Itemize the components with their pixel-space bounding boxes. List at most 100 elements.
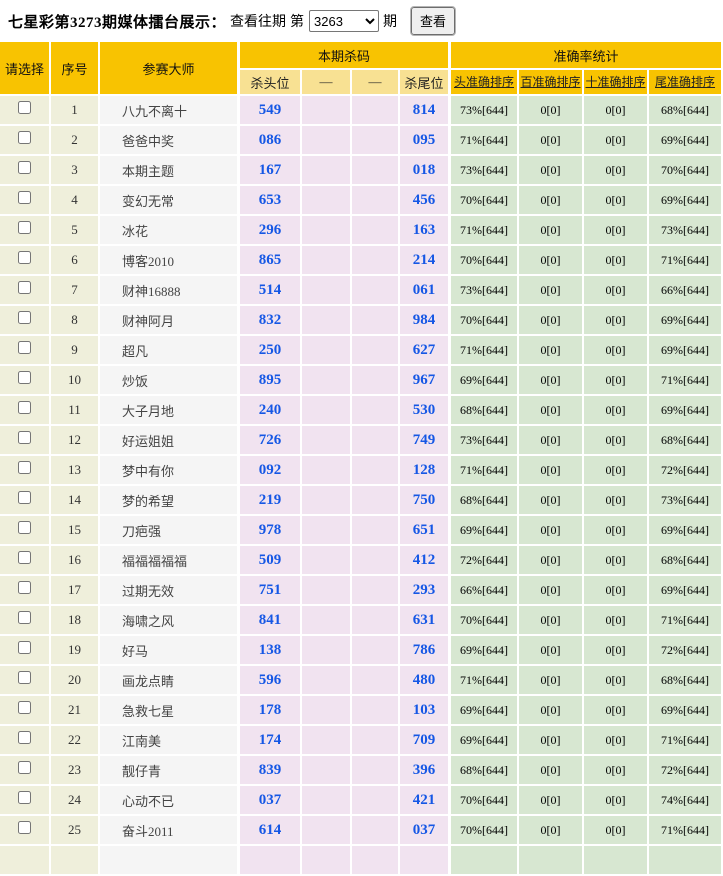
kill-head-value: 178 <box>240 696 302 726</box>
row-select-cell <box>0 486 51 516</box>
acc-hundred-value: 0[0] <box>519 456 585 486</box>
acc-head-sort-link[interactable]: 头准确排序 <box>454 75 514 89</box>
row-index: 1 <box>51 96 100 126</box>
kill-dash-cell-1 <box>302 276 352 306</box>
row-checkbox[interactable] <box>18 371 31 384</box>
row-master-name: 奋斗2011 <box>100 816 240 846</box>
acc-tail-value: 71%[644] <box>649 726 723 756</box>
row-checkbox[interactable] <box>18 731 31 744</box>
acc-tail-value: 71%[644] <box>649 816 723 846</box>
row-checkbox[interactable] <box>18 431 31 444</box>
kill-dash-cell-1 <box>302 186 352 216</box>
acc-hundred-value <box>519 846 585 876</box>
view-past-label: 查看往期 <box>230 15 287 30</box>
row-select-cell <box>0 816 51 846</box>
acc-head-value: 72%[644] <box>451 546 520 576</box>
row-master-name: 急救七星 <box>100 696 240 726</box>
kill-head-value: 240 <box>240 396 302 426</box>
row-checkbox[interactable] <box>18 761 31 774</box>
kill-head-value: 219 <box>240 486 302 516</box>
row-checkbox[interactable] <box>18 161 31 174</box>
issue-select[interactable]: 3263 <box>309 10 380 32</box>
row-checkbox[interactable] <box>18 611 31 624</box>
kill-dash-cell-2 <box>352 846 400 876</box>
row-checkbox[interactable] <box>18 551 31 564</box>
table-row: 20 画龙点睛 596 480 71%[644] 0[0] 0[0] 68%[644] <box>0 666 723 696</box>
kill-tail-value: 631 <box>400 606 452 636</box>
kill-head-value: 514 <box>240 276 302 306</box>
header-accuracy-group: 准确率统计 <box>451 42 723 70</box>
view-button[interactable]: 查看 <box>410 6 457 36</box>
kill-dash-cell-2 <box>352 816 400 846</box>
kill-tail-value: 651 <box>400 516 452 546</box>
row-master-name: 变幻无常 <box>100 186 240 216</box>
table-row: 17 过期无效 751 293 66%[644] 0[0] 0[0] 69%[644] <box>0 576 723 606</box>
acc-tail-value: 72%[644] <box>649 456 723 486</box>
row-checkbox[interactable] <box>18 521 31 534</box>
kill-tail-value: 480 <box>400 666 452 696</box>
kill-dash-cell-2 <box>352 156 400 186</box>
acc-ten-value: 0[0] <box>584 486 650 516</box>
kill-dash-cell-2 <box>352 666 400 696</box>
table-row: 22 江南美 174 709 69%[644] 0[0] 0[0] 71%[644] <box>0 726 723 756</box>
acc-hundred-value: 0[0] <box>519 426 585 456</box>
kill-dash-cell-1 <box>302 96 352 126</box>
row-index: 6 <box>51 246 100 276</box>
row-master-name: 财神阿月 <box>100 306 240 336</box>
acc-head-value: 69%[644] <box>451 636 520 666</box>
row-index: 17 <box>51 576 100 606</box>
row-checkbox[interactable] <box>18 581 31 594</box>
row-master-name: 江南美 <box>100 726 240 756</box>
acc-hundred-value: 0[0] <box>519 306 585 336</box>
row-index: 19 <box>51 636 100 666</box>
row-checkbox[interactable] <box>18 341 31 354</box>
acc-head-value: 70%[644] <box>451 816 520 846</box>
row-select-cell <box>0 516 51 546</box>
row-master-name: 靓仔青 <box>100 756 240 786</box>
acc-hundred-value: 0[0] <box>519 786 585 816</box>
row-checkbox[interactable] <box>18 251 31 264</box>
row-checkbox[interactable] <box>18 641 31 654</box>
row-checkbox[interactable] <box>18 671 31 684</box>
row-checkbox[interactable] <box>18 311 31 324</box>
row-checkbox[interactable] <box>18 491 31 504</box>
acc-ten-value: 0[0] <box>584 576 650 606</box>
row-index: 22 <box>51 726 100 756</box>
kill-dash-cell-2 <box>352 606 400 636</box>
row-checkbox[interactable] <box>18 401 31 414</box>
row-checkbox[interactable] <box>18 191 31 204</box>
kill-head-value: 614 <box>240 816 302 846</box>
kill-dash-cell-2 <box>352 546 400 576</box>
row-checkbox[interactable] <box>18 461 31 474</box>
kill-dash-cell-1 <box>302 666 352 696</box>
acc-tail-sort-link[interactable]: 尾准确排序 <box>655 75 715 89</box>
row-checkbox[interactable] <box>18 221 31 234</box>
acc-head-value: 69%[644] <box>451 366 520 396</box>
acc-ten-value: 0[0] <box>584 336 650 366</box>
row-checkbox[interactable] <box>18 101 31 114</box>
acc-ten-sort-link[interactable]: 十准确排序 <box>586 75 646 89</box>
row-index: 3 <box>51 156 100 186</box>
kill-dash-cell-1 <box>302 726 352 756</box>
acc-head-value: 69%[644] <box>451 516 520 546</box>
kill-dash-cell-1 <box>302 126 352 156</box>
kill-head-value: 296 <box>240 216 302 246</box>
row-checkbox[interactable] <box>18 821 31 834</box>
issue-suffix-label: 期 <box>383 15 398 30</box>
row-master-name: 财神16888 <box>100 276 240 306</box>
kill-dash-cell-2 <box>352 786 400 816</box>
row-checkbox[interactable] <box>18 131 31 144</box>
acc-hundred-sort-link[interactable]: 百准确排序 <box>521 75 581 89</box>
row-checkbox[interactable] <box>18 791 31 804</box>
row-checkbox[interactable] <box>18 281 31 294</box>
issue-prefix-label: 第 <box>290 15 305 30</box>
table-row: 6 博客2010 865 214 70%[644] 0[0] 0[0] 71%[644] <box>0 246 723 276</box>
kill-tail-value: 814 <box>400 96 452 126</box>
acc-head-value: 69%[644] <box>451 696 520 726</box>
acc-tail-value <box>649 846 723 876</box>
acc-ten-value: 0[0] <box>584 186 650 216</box>
row-checkbox[interactable] <box>18 701 31 714</box>
kill-dash-cell-2 <box>352 246 400 276</box>
row-select-cell <box>0 726 51 756</box>
kill-dash-cell-1 <box>302 576 352 606</box>
